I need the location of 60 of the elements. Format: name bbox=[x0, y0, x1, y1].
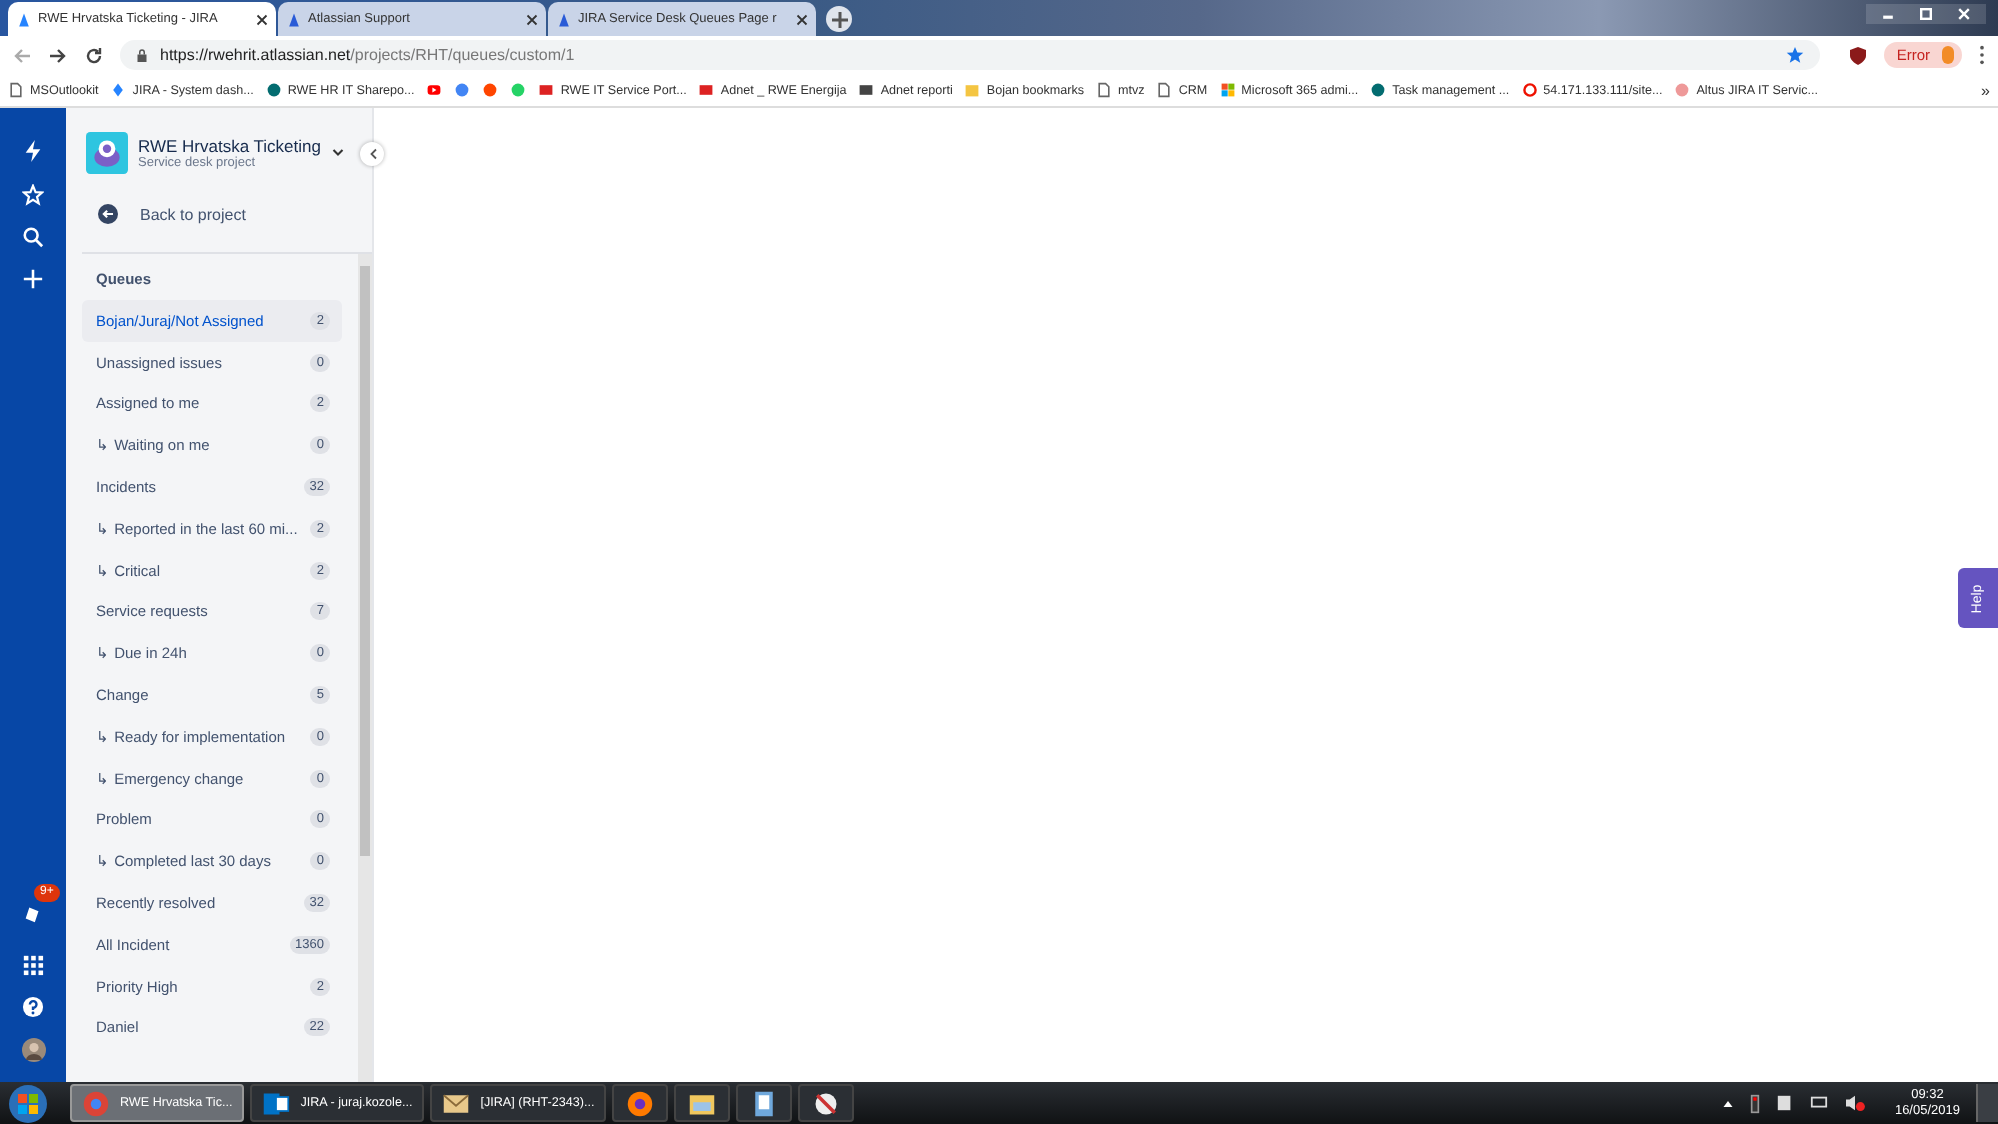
restore-icon[interactable] bbox=[1916, 6, 1936, 22]
bookmark-icon bbox=[1219, 82, 1236, 98]
bookmark-icon bbox=[110, 82, 127, 98]
star-icon[interactable] bbox=[22, 184, 44, 206]
bookmark-icon bbox=[964, 82, 981, 98]
back-to-project-link[interactable]: Back to project bbox=[98, 204, 246, 224]
shield-icon[interactable] bbox=[1848, 45, 1869, 65]
bookmark-icon bbox=[8, 82, 24, 98]
star-icon[interactable] bbox=[1786, 46, 1805, 64]
bookmark-icon bbox=[1370, 82, 1387, 98]
collapse-button[interactable] bbox=[360, 142, 384, 166]
volume-muted-icon[interactable] bbox=[1844, 1094, 1867, 1112]
app-icon bbox=[82, 1089, 110, 1117]
new-tab-button[interactable] bbox=[826, 6, 852, 32]
bookmark-icon bbox=[1521, 82, 1538, 98]
app-icon bbox=[750, 1089, 779, 1117]
project-avatar-icon bbox=[86, 132, 128, 174]
back-icon bbox=[98, 204, 118, 224]
lock-icon bbox=[136, 47, 148, 63]
show-hidden-icons[interactable] bbox=[1722, 1097, 1735, 1109]
project-name: RWE Hrvatska Ticketing bbox=[138, 136, 322, 156]
reload-icon[interactable] bbox=[84, 45, 104, 65]
bookmark-icon bbox=[698, 82, 715, 98]
avatar[interactable] bbox=[21, 1038, 45, 1062]
forward-icon[interactable] bbox=[48, 45, 68, 65]
logo-icon bbox=[286, 11, 302, 27]
create-icon[interactable] bbox=[22, 268, 44, 290]
search-icon[interactable] bbox=[22, 226, 44, 248]
taskbar-button[interactable] bbox=[674, 1084, 731, 1122]
logo-icon bbox=[16, 11, 32, 27]
battery-icon[interactable] bbox=[1750, 1093, 1761, 1113]
help-icon[interactable] bbox=[22, 996, 44, 1018]
taskbar-button[interactable] bbox=[736, 1084, 793, 1122]
app-icon bbox=[688, 1089, 717, 1117]
address-field[interactable]: https://rwehrit.atlassian.net/projects/RHT/queues/custom/1 bbox=[120, 40, 1821, 70]
logo-icon[interactable] bbox=[22, 138, 44, 164]
bookmark-icon bbox=[1156, 82, 1173, 98]
close-icon[interactable] bbox=[256, 13, 268, 25]
bookmark-icon bbox=[1674, 82, 1691, 98]
menu-icon[interactable] bbox=[1978, 44, 1986, 66]
app-icon bbox=[262, 1089, 291, 1117]
chevron-left-icon bbox=[367, 148, 377, 160]
bookmark-icon bbox=[1096, 82, 1113, 98]
scrollbar[interactable] bbox=[358, 254, 372, 1082]
more-bookmarks-button[interactable]: » bbox=[1981, 81, 1990, 99]
chevron-down-icon[interactable] bbox=[332, 148, 344, 158]
logo-icon bbox=[556, 11, 572, 27]
close-icon[interactable] bbox=[526, 13, 538, 25]
close-icon[interactable] bbox=[796, 13, 808, 25]
bookmark-icon bbox=[426, 82, 443, 98]
bookmark-icon bbox=[265, 82, 282, 98]
taskbar-button[interactable] bbox=[798, 1084, 855, 1122]
app-icon bbox=[442, 1089, 471, 1117]
app-switcher-icon[interactable] bbox=[22, 954, 44, 976]
bookmark-icon bbox=[858, 82, 875, 98]
close-icon[interactable] bbox=[1954, 6, 1974, 22]
start-button[interactable] bbox=[8, 1083, 48, 1123]
bookmark[interactable] bbox=[426, 82, 443, 98]
app-icon bbox=[812, 1089, 841, 1117]
app-icon bbox=[626, 1089, 655, 1117]
